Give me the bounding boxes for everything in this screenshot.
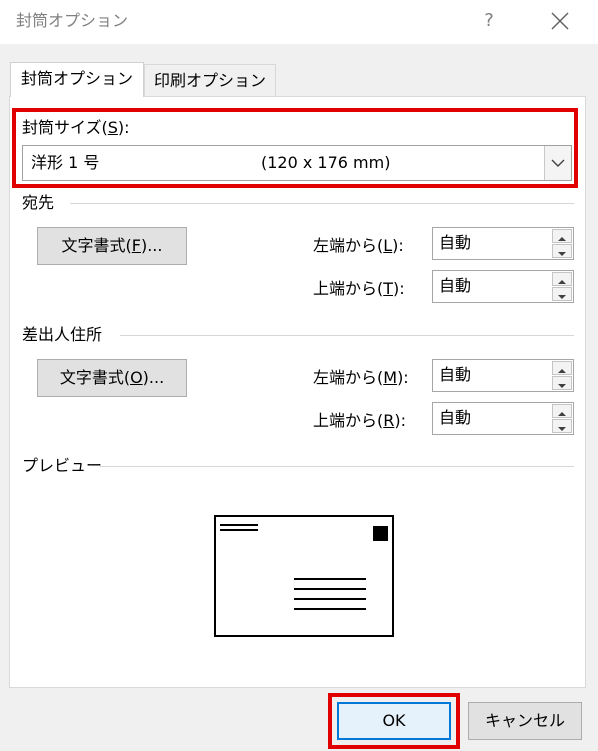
return-left-spin-buttons <box>552 361 572 390</box>
delivery-address-line <box>294 578 366 580</box>
spin-down-button[interactable] <box>552 287 572 301</box>
return-font-button-suffix: )... <box>142 368 165 387</box>
delivery-left-accesskey: L <box>383 236 393 255</box>
delivery-left-spin-buttons <box>552 229 572 258</box>
spin-up-button[interactable] <box>552 361 572 375</box>
spin-down-button[interactable] <box>552 419 572 433</box>
stamp-icon <box>373 526 388 541</box>
return-font-button[interactable]: 文字書式(O)... <box>37 359 187 397</box>
ok-button[interactable]: OK <box>337 702 451 740</box>
spin-down-button[interactable] <box>552 376 572 390</box>
return-top-spinner[interactable]: 自動 <box>432 402 574 435</box>
return-left-label-text: 左端から( <box>313 368 384 387</box>
tab-printing-options[interactable]: 印刷オプション <box>144 64 276 97</box>
delivery-divider <box>70 203 574 204</box>
envelope-size-dimensions: (120 x 176 mm) <box>261 153 391 172</box>
delivery-top-label-text: 上端から( <box>313 279 384 298</box>
close-icon <box>551 12 569 30</box>
delivery-left-spinner[interactable]: 自動 <box>432 227 574 260</box>
spin-down-button[interactable] <box>552 244 572 258</box>
return-address-line <box>220 529 258 531</box>
delivery-address-line <box>294 608 366 610</box>
triangle-down-icon <box>558 427 566 431</box>
spin-up-button[interactable] <box>552 272 572 286</box>
preview-divider <box>100 466 574 467</box>
delivery-top-spin-buttons <box>552 272 572 301</box>
return-top-spin-buttons <box>552 404 572 433</box>
chevron-down-icon <box>551 159 565 167</box>
tab-envelope-options[interactable]: 封筒オプション <box>10 62 144 97</box>
delivery-address-line <box>294 598 366 600</box>
window-title: 封筒オプション <box>16 11 129 30</box>
triangle-down-icon <box>558 295 566 299</box>
spin-up-button[interactable] <box>552 229 572 243</box>
close-button[interactable] <box>544 6 576 36</box>
delivery-left-value: 自動 <box>439 233 472 252</box>
return-top-value: 自動 <box>439 408 472 427</box>
envelope-size-label-text: 封筒サイズ( <box>22 118 108 137</box>
return-top-label-text: 上端から( <box>313 411 384 430</box>
preview-header: プレビュー <box>22 456 103 475</box>
help-button[interactable]: ? <box>474 6 504 36</box>
delivery-font-button-text: 文字書式( <box>61 236 132 255</box>
delivery-left-label-suffix: ): <box>392 236 404 255</box>
return-top-label: 上端から(R): <box>313 410 406 432</box>
delivery-font-accesskey: F <box>131 236 141 255</box>
return-font-button-text: 文字書式( <box>59 368 131 387</box>
delivery-address-header: 宛先 <box>22 193 55 212</box>
spin-up-button[interactable] <box>552 404 572 418</box>
delivery-left-label-text: 左端から( <box>313 236 384 255</box>
return-font-accesskey: O <box>130 368 143 387</box>
envelope-size-name: 洋形 1 号 <box>31 153 100 172</box>
delivery-font-button[interactable]: 文字書式(F)... <box>37 227 187 265</box>
return-address-line <box>220 524 258 526</box>
return-address-header: 差出人住所 <box>22 325 103 344</box>
delivery-top-spinner[interactable]: 自動 <box>432 270 574 303</box>
delivery-left-label: 左端から(L): <box>313 235 404 257</box>
return-left-accesskey: M <box>383 368 398 387</box>
return-top-accesskey: R <box>383 411 395 430</box>
delivery-top-label: 上端から(T): <box>313 278 405 300</box>
envelope-size-accesskey: S <box>107 118 118 137</box>
return-divider <box>120 335 574 336</box>
return-left-label: 左端から(M): <box>313 367 409 389</box>
delivery-top-value: 自動 <box>439 276 472 295</box>
delivery-address-line <box>294 588 366 590</box>
return-top-label-suffix: ): <box>394 411 407 430</box>
return-left-spinner[interactable]: 自動 <box>432 359 574 392</box>
return-left-value: 自動 <box>439 365 472 384</box>
delivery-top-label-suffix: ): <box>393 279 405 298</box>
envelope-preview[interactable] <box>214 515 394 637</box>
triangle-down-icon <box>558 384 566 388</box>
envelope-size-label: 封筒サイズ(S): <box>22 117 130 139</box>
envelope-size-label-suffix: ): <box>117 118 130 137</box>
return-left-label-suffix: ): <box>397 368 409 387</box>
cancel-button[interactable]: キャンセル <box>468 702 582 740</box>
delivery-top-accesskey: T <box>383 279 394 298</box>
envelope-size-select[interactable]: 洋形 1 号 (120 x 176 mm) <box>22 145 572 181</box>
dropdown-button[interactable] <box>544 146 571 180</box>
title-bar: 封筒オプション ? <box>0 0 598 44</box>
delivery-font-button-suffix: )... <box>140 236 163 255</box>
triangle-down-icon <box>558 252 566 256</box>
